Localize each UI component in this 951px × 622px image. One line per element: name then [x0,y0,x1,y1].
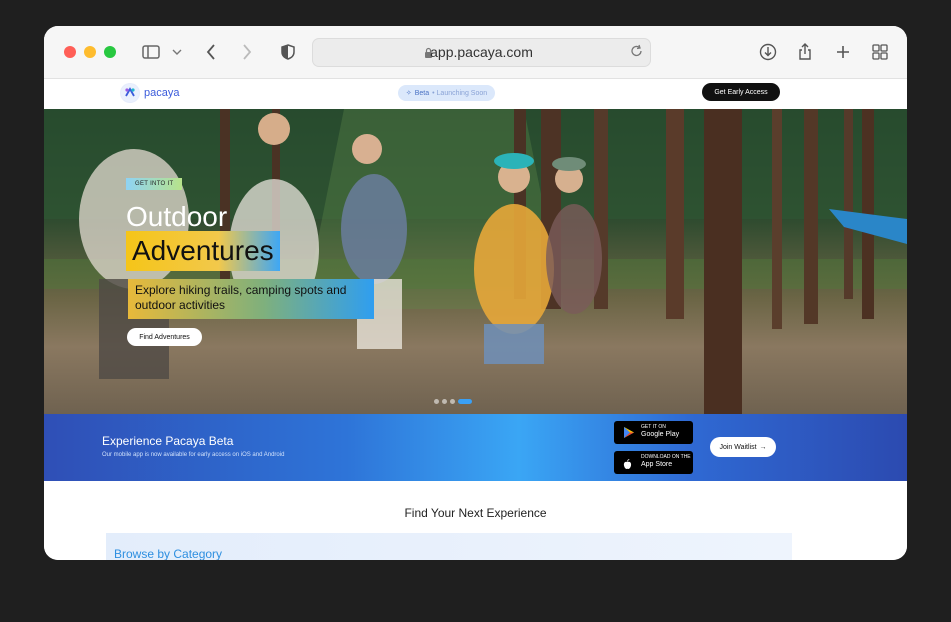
sidebar-icon[interactable] [141,41,161,63]
logo-text[interactable]: pacaya [144,87,179,99]
tab-overview-icon[interactable] [871,41,889,63]
carousel-dot[interactable] [450,399,455,404]
get-early-access-button[interactable]: Get Early Access [702,83,780,101]
back-icon[interactable] [204,41,218,63]
hero-title-line2: Adventures [126,231,280,271]
google-play-button[interactable]: GET IT ON Google Play [614,421,693,444]
address-bar[interactable]: app.pacaya.com [312,38,651,67]
banner-title: Experience Pacaya Beta [102,434,234,448]
beta-badge: ✧ Beta • Launching Soon [398,85,495,101]
chevron-down-icon[interactable] [171,41,183,63]
google-play-icon [623,426,635,444]
new-tab-icon[interactable] [835,41,851,63]
carousel-dot[interactable] [442,399,447,404]
carousel-dots [434,399,472,404]
share-icon[interactable] [797,41,813,63]
download-icon[interactable] [759,41,777,63]
hero-subtitle: Explore hiking trails, camping spots and… [128,279,374,319]
arrow-right-icon: → [759,443,767,451]
google-play-small: GET IT ON [641,424,666,430]
hero-section: GET INTO IT Outdoor Adventures Explore h… [44,109,907,414]
page-content: pacaya ✧ Beta • Launching Soon Get Early… [44,79,907,560]
app-store-small: DOWNLOAD ON THE [641,454,691,460]
browser-window: app.pacaya.com pacaya ✧ Beta • Launching… [44,26,907,560]
pacaya-logo-icon[interactable] [120,83,140,103]
google-play-label: Google Play [641,431,680,438]
top-nav: pacaya ✧ Beta • Launching Soon Get Early… [44,79,907,109]
beta-banner: Experience Pacaya Beta Our mobile app is… [44,414,907,481]
join-waitlist-button[interactable]: Join Waitlist → [710,437,776,457]
find-adventures-button[interactable]: Find Adventures [127,328,202,346]
join-waitlist-label: Join Waitlist [719,443,757,451]
forward-icon[interactable] [240,41,254,63]
zoom-window-button[interactable] [104,46,116,58]
beta-label: Beta [414,89,430,97]
minimize-window-button[interactable] [84,46,96,58]
reload-icon[interactable] [630,44,643,63]
section-title: Find Your Next Experience [404,506,547,520]
carousel-dot[interactable] [434,399,439,404]
close-window-button[interactable] [64,46,76,58]
carousel-dot-active[interactable] [458,399,472,404]
apple-icon [623,457,632,475]
app-store-label: App Store [641,461,673,468]
hero-tag: GET INTO IT [126,178,183,190]
shield-icon[interactable] [280,41,296,63]
browse-category-title: Browse by Category [114,547,223,560]
browse-category-panel: Browse by Category [106,533,792,560]
banner-subtitle: Our mobile app is now available for earl… [102,452,285,458]
beta-suffix: • Launching Soon [432,89,488,97]
hero-title-line1: Outdoor [126,201,228,232]
sparkle-icon: ✧ [405,90,412,97]
url-text: app.pacaya.com [430,44,533,60]
browser-toolbar: app.pacaya.com [44,26,907,79]
app-store-button[interactable]: DOWNLOAD ON THE App Store [614,451,693,474]
